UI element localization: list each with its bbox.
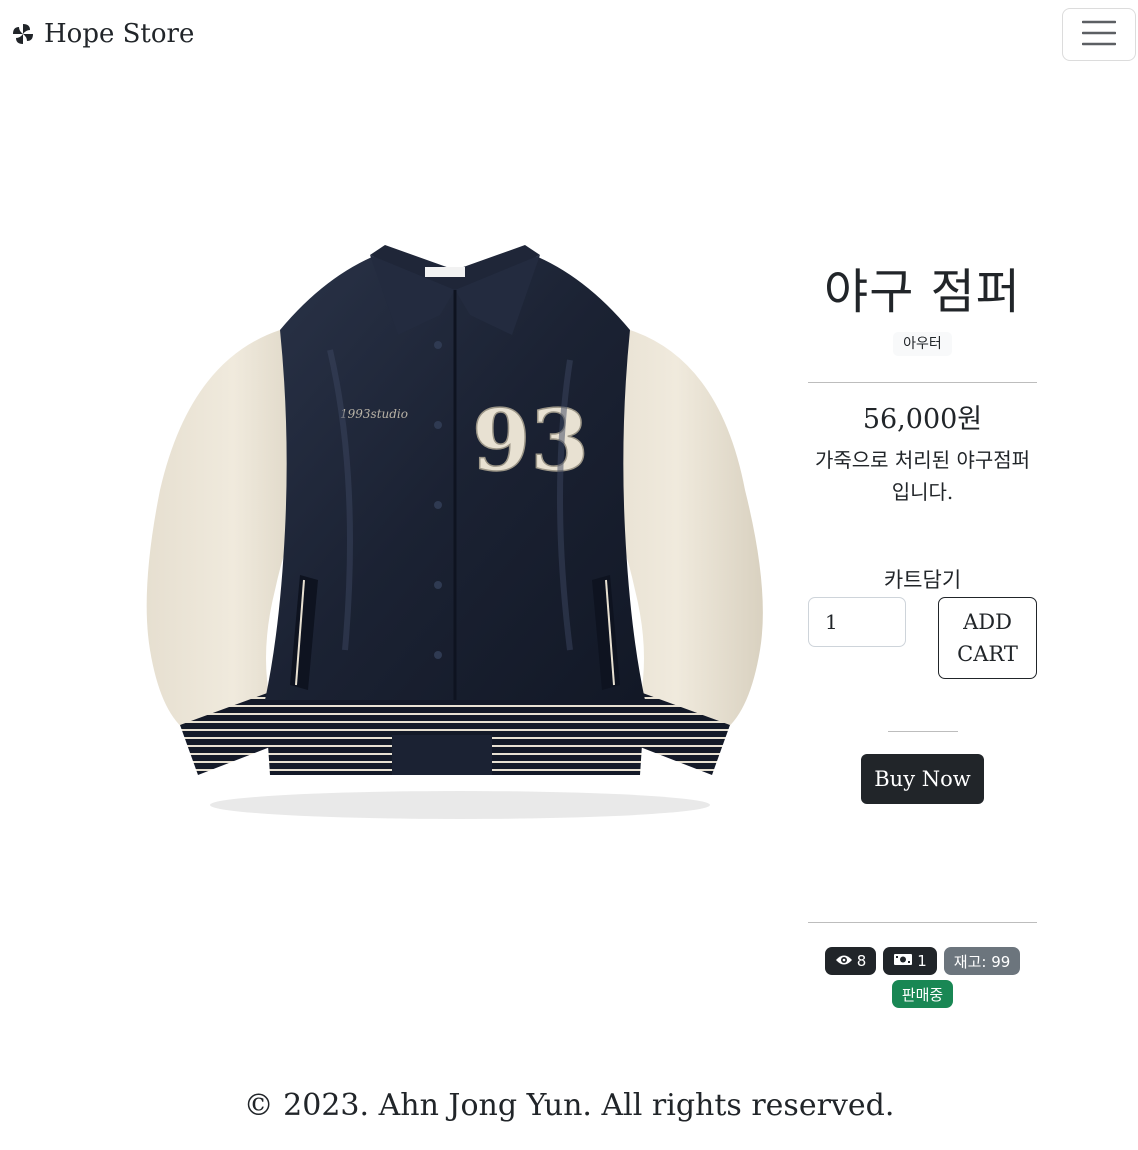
hamburger-menu-icon: [1081, 20, 1117, 49]
category-badge: 아우터: [893, 332, 952, 356]
product-price: 56,000원: [862, 404, 983, 435]
money-icon: [893, 952, 913, 970]
add-cart-button[interactable]: ADD CART: [938, 597, 1037, 679]
divider-short: [888, 731, 958, 732]
buy-now-button[interactable]: Buy Now: [861, 754, 984, 804]
views-badge: 8: [824, 947, 877, 975]
product-description: 가죽으로 처리된 야구점퍼 입니다.: [814, 448, 1031, 504]
divider: [808, 922, 1037, 923]
product-info: 야구 점퍼 아우터: [808, 260, 1037, 356]
svg-text:1993studio: 1993studio: [340, 407, 408, 421]
status-badge: 판매중: [891, 980, 954, 1008]
product-image: 1993studio 93: [130, 230, 780, 830]
svg-text:93: 93: [472, 391, 589, 490]
sales-count: 1: [917, 952, 927, 970]
sales-badge: 1: [883, 947, 937, 975]
brand-link[interactable]: Hope Store: [10, 16, 194, 52]
pinwheel-icon: [10, 21, 36, 47]
quantity-input[interactable]: [808, 597, 906, 647]
product-title: 야구 점퍼: [824, 264, 1021, 320]
navbar: Hope Store: [0, 0, 1138, 68]
eye-icon: [835, 952, 853, 970]
stock-badge: 재고: 99: [943, 947, 1021, 975]
navbar-toggle-button[interactable]: [1062, 8, 1136, 61]
brand-name: Hope Store: [44, 19, 195, 49]
views-count: 8: [856, 952, 867, 970]
footer-copyright: © 2023. Ahn Jong Yun. All rights reserve…: [243, 1088, 895, 1123]
divider: [808, 382, 1037, 383]
add-to-cart-label: 카트담기: [883, 568, 962, 592]
